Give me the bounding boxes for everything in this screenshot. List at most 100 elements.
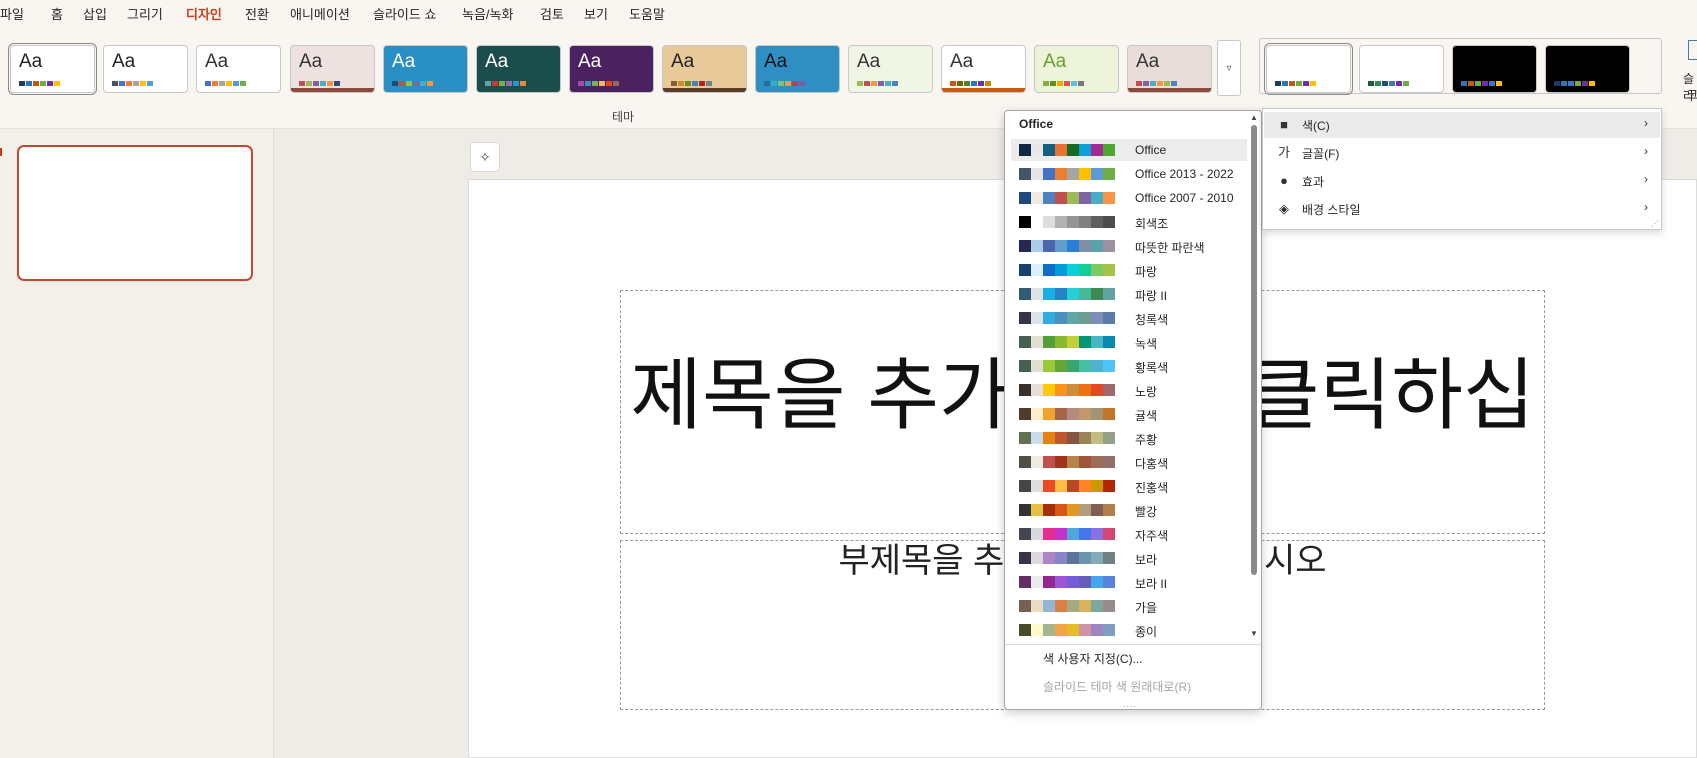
tab-9[interactable]: 검토 <box>540 4 564 23</box>
theme-thumb-3[interactable]: Aa <box>290 45 375 93</box>
color-scheme-item[interactable]: 주황 <box>1011 427 1247 449</box>
color-scheme-item[interactable]: Office 2013 - 2022 <box>1011 163 1247 185</box>
side-menu-item-2[interactable]: ● 효과 › <box>1264 168 1660 194</box>
tab-11[interactable]: 도움말 <box>629 4 665 23</box>
color-scheme-name: Office 2013 - 2022 <box>1135 167 1234 181</box>
theme-accent-bar <box>1128 88 1211 92</box>
tab-0[interactable]: 파일 <box>0 4 24 23</box>
theme-swatches <box>671 81 712 86</box>
color-scheme-item[interactable]: 보라 <box>1011 547 1247 569</box>
theme-thumb-1[interactable]: Aa <box>103 45 188 93</box>
variant-thumb-2[interactable] <box>1452 45 1537 93</box>
color-scheme-item[interactable]: 보라 II <box>1011 571 1247 593</box>
theme-aa-label: Aa <box>950 51 974 72</box>
theme-swatches <box>578 81 619 86</box>
color-scheme-item[interactable]: 진홍색 <box>1011 475 1247 497</box>
color-scheme-swatch <box>1019 264 1115 276</box>
tab-10[interactable]: 보기 <box>584 4 608 23</box>
color-scheme-swatch <box>1019 288 1115 300</box>
theme-thumb-12[interactable]: Aa <box>1127 45 1212 93</box>
color-scheme-item[interactable]: 다홍색 <box>1011 451 1247 473</box>
theme-swatches <box>19 81 60 86</box>
theme-thumb-11[interactable]: Aa <box>1034 45 1119 93</box>
color-scheme-name: 보라 II <box>1135 577 1168 591</box>
color-scheme-dropdown: Office ▲ ▼ 색 사용자 지정(C)... 슬라이드 테마 색 원래대로… <box>1004 110 1262 710</box>
color-scheme-item[interactable]: 빨강 <box>1011 499 1247 521</box>
theme-thumb-8[interactable]: Aa <box>755 45 840 93</box>
theme-swatches <box>112 81 153 86</box>
color-scheme-name: 황록색 <box>1135 361 1169 375</box>
customize-colors-item[interactable]: 색 사용자 지정(C)... <box>1043 650 1143 667</box>
theme-thumb-7[interactable]: Aa <box>662 45 747 93</box>
theme-thumb-2[interactable]: Aa <box>196 45 281 93</box>
color-scheme-item[interactable]: 파랑 II <box>1011 283 1247 305</box>
theme-thumb-5[interactable]: Aa <box>476 45 561 93</box>
color-scheme-item[interactable]: 파랑 <box>1011 259 1247 281</box>
color-scheme-item[interactable]: 녹색 <box>1011 331 1247 353</box>
reset-theme-colors-item: 슬라이드 테마 색 원래대로(R) <box>1043 680 1192 694</box>
side-menu-item-3[interactable]: ◈ 배경 스타일 › <box>1264 196 1660 222</box>
color-scheme-item[interactable]: 귤색 <box>1011 403 1247 425</box>
theme-thumb-4[interactable]: Aa <box>383 45 468 93</box>
side-menu-item-0[interactable]: ■ 색(C) › <box>1264 112 1660 138</box>
color-scheme-item[interactable]: 회색조 <box>1011 211 1247 233</box>
variant-options-menu: ⋰ ■ 색(C) › 가 글꼴(F) › ● 효과 › ◈ 배경 스타일 › <box>1262 108 1662 230</box>
resize-grip-icon[interactable]: .... <box>1123 699 1137 709</box>
color-scheme-swatch <box>1019 384 1115 396</box>
color-scheme-name: 보라 <box>1135 553 1158 567</box>
slide-size-icon[interactable] <box>1688 40 1697 60</box>
color-scheme-item[interactable]: 자주색 <box>1011 523 1247 545</box>
theme-thumb-10[interactable]: Aa <box>941 45 1026 93</box>
tab-7[interactable]: 슬라이드 쇼 <box>373 4 436 23</box>
color-scheme-item[interactable]: 황록색 <box>1011 355 1247 377</box>
color-scheme-name: 회색조 <box>1135 217 1169 231</box>
variant-swatches <box>1461 81 1502 86</box>
variant-thumb-3[interactable] <box>1545 45 1630 93</box>
tab-6[interactable]: 애니메이션 <box>290 4 350 23</box>
variant-thumb-1[interactable] <box>1359 45 1444 93</box>
theme-swatches <box>764 81 805 86</box>
color-scheme-name: Office 2007 - 2010 <box>1135 191 1234 205</box>
color-scheme-item[interactable]: Office <box>1011 139 1247 161</box>
scrollbar-thumb[interactable] <box>1251 125 1257 575</box>
color-scheme-swatch <box>1019 336 1115 348</box>
tab-8[interactable]: 녹음/녹화 <box>462 4 513 23</box>
color-scheme-item[interactable]: Office 2007 - 2010 <box>1011 187 1247 209</box>
side-menu-label: 효과 <box>1302 175 1325 189</box>
side-menu-item-1[interactable]: 가 글꼴(F) › <box>1264 140 1660 166</box>
tab-1[interactable]: 홈 <box>51 4 63 23</box>
theme-swatches <box>950 81 991 86</box>
color-scheme-swatch <box>1019 600 1115 612</box>
tab-5[interactable]: 전환 <box>245 4 269 23</box>
theme-thumb-6[interactable]: Aa <box>569 45 654 93</box>
scroll-up-icon[interactable]: ▲ <box>1250 113 1258 122</box>
slide-size-label-partial-2[interactable]: 크 <box>1687 86 1697 103</box>
designer-wand-icon[interactable]: ✧ <box>470 142 500 172</box>
theme-aa-label: Aa <box>1136 51 1160 72</box>
color-scheme-item[interactable]: 종이 <box>1011 619 1247 641</box>
color-palette-icon: ■ <box>1280 117 1288 132</box>
color-scheme-item[interactable]: 청록색 <box>1011 307 1247 329</box>
color-scheme-name: 녹색 <box>1135 337 1158 351</box>
color-scheme-item[interactable]: 따뜻한 파란색 <box>1011 235 1247 257</box>
scroll-down-icon[interactable]: ▼ <box>1250 629 1258 638</box>
color-scheme-item[interactable]: 노랑 <box>1011 379 1247 401</box>
side-menu-label: 글꼴(F) <box>1302 147 1340 161</box>
color-scheme-name: 노랑 <box>1135 385 1158 399</box>
tab-2[interactable]: 삽입 <box>83 4 107 23</box>
color-scheme-name: 진홍색 <box>1135 481 1169 495</box>
theme-aa-label: Aa <box>112 51 136 72</box>
theme-thumb-9[interactable]: Aa <box>848 45 933 93</box>
theme-thumb-0[interactable]: Aa <box>8 43 97 95</box>
color-scheme-swatch <box>1019 312 1115 324</box>
variant-thumb-0[interactable] <box>1264 43 1353 95</box>
theme-aa-label: Aa <box>485 51 509 72</box>
theme-accent-bar <box>291 88 374 92</box>
color-scheme-item[interactable]: 가을 <box>1011 595 1247 617</box>
tab-4[interactable]: 디자인 <box>186 4 222 27</box>
tab-3[interactable]: 그리기 <box>127 4 163 23</box>
color-scheme-swatch <box>1019 192 1115 204</box>
slide-thumbnail-1[interactable] <box>17 145 253 281</box>
gallery-more-icon[interactable]: ▿ <box>1217 40 1241 96</box>
background-style-icon: ◈ <box>1279 201 1289 216</box>
